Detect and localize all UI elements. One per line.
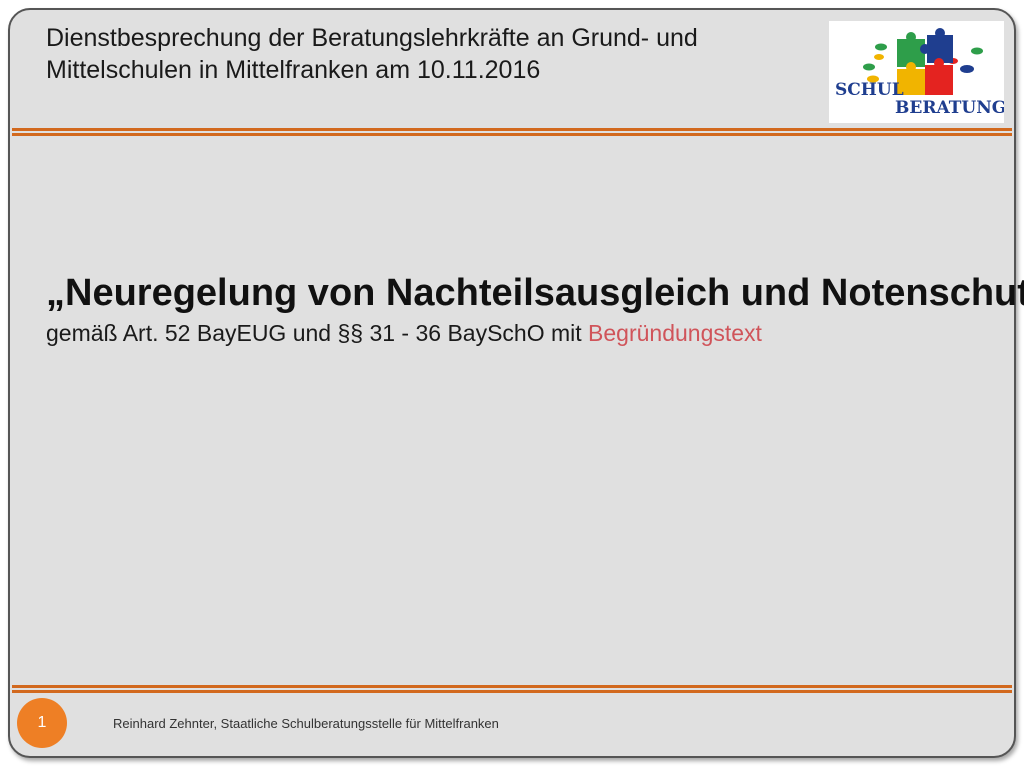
footer-author-text: Reinhard Zehnter, Staatliche Schulberatu… [113,716,499,731]
page-number-badge: 1 [17,698,67,748]
begruendungstext-link[interactable]: Begründungstext [588,320,762,346]
svg-text:SCHUL: SCHUL [835,80,904,100]
page-number: 1 [37,714,47,731]
header-separator [12,128,1012,136]
footer-separator [12,685,1012,693]
puzzle-logo-graphic: SCHUL BERATUNG [835,28,1006,118]
schulberatung-logo: SCHUL BERATUNG [829,21,1006,123]
subtitle-text: gemäß Art. 52 BayEUG und §§ 31 - 36 BayS… [46,320,589,346]
header-title: Dienstbesprechung der Beratungslehrkräft… [46,24,698,84]
subtitle: gemäß Art. 52 BayEUG und §§ 31 - 36 BayS… [46,318,762,348]
main-heading: „Neuregelung von Nachteilsausgleich und … [46,272,1024,314]
svg-text:BERATUNG: BERATUNG [895,98,1004,118]
